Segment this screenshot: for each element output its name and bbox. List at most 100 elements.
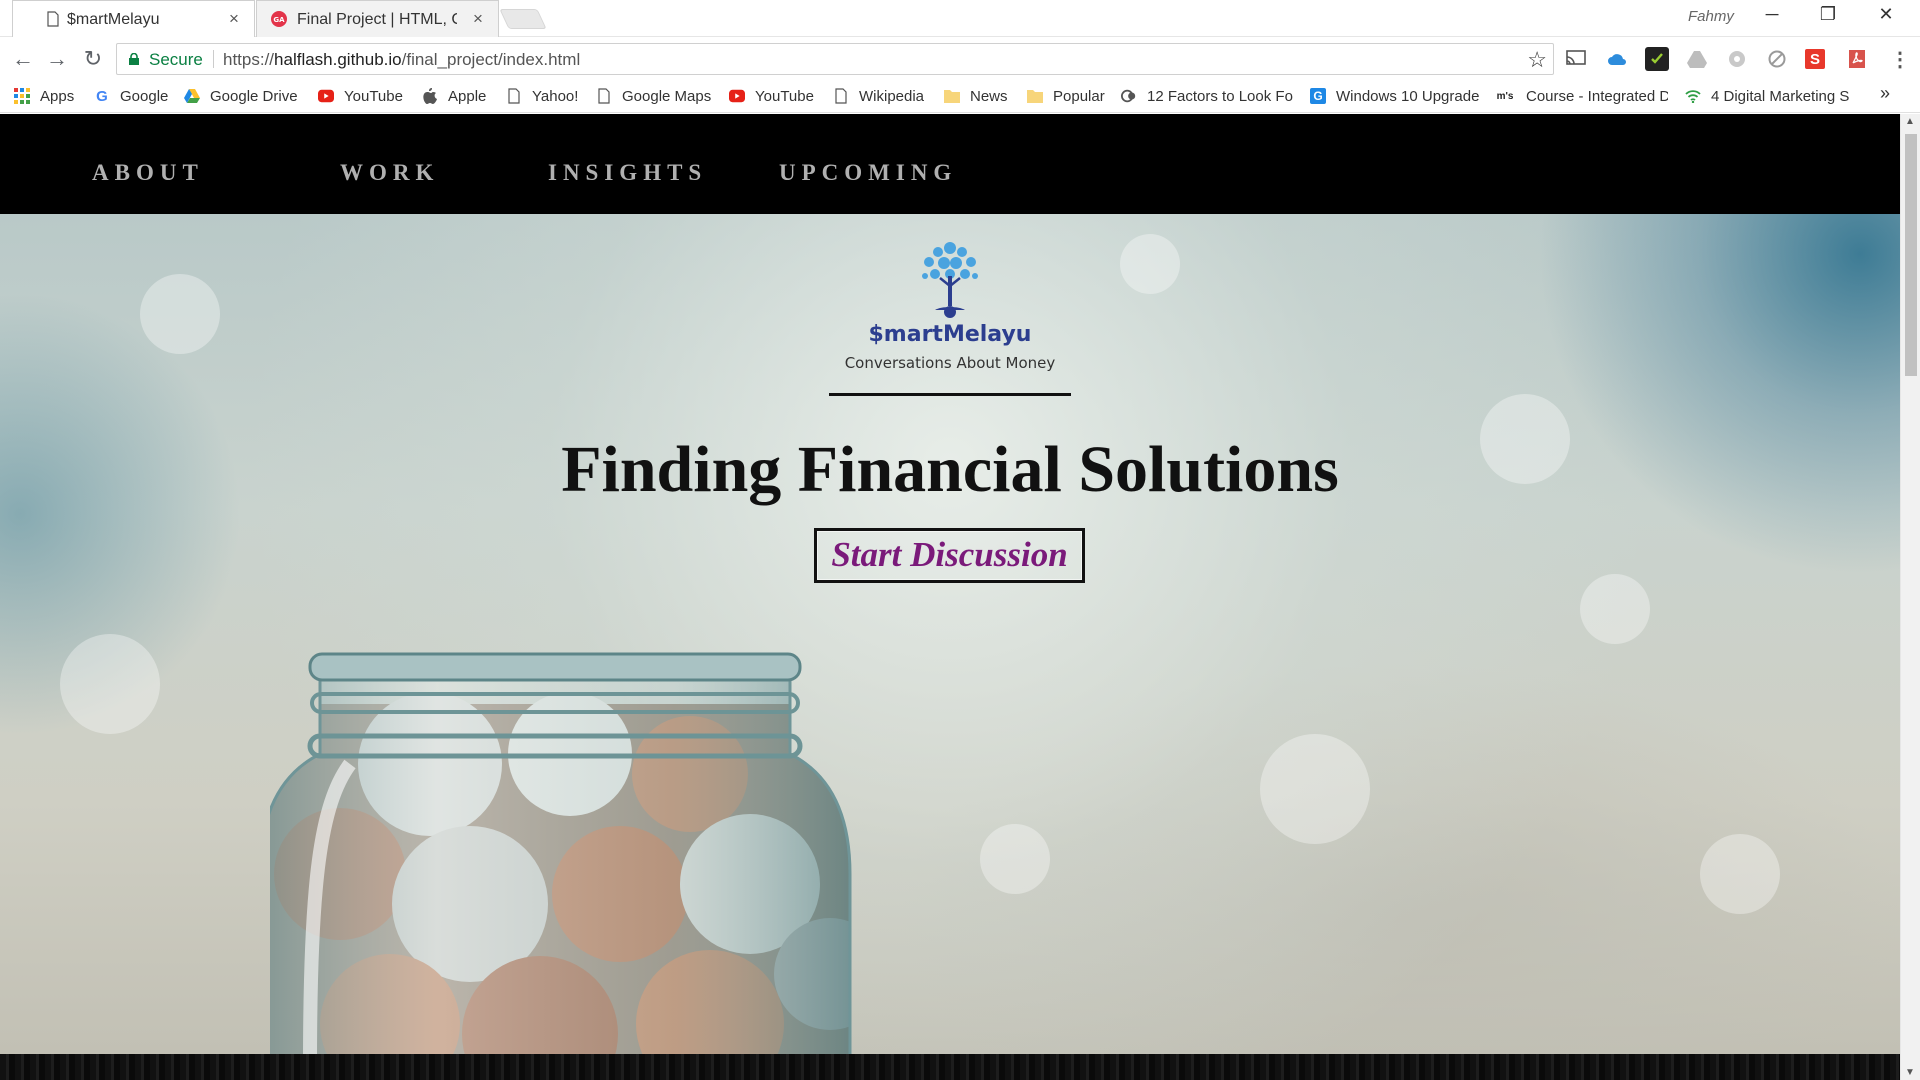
- bookmark-windows-10[interactable]: G Windows 10 Upgrade: [1310, 85, 1482, 107]
- bookmark-label: Wikipedia: [859, 87, 925, 105]
- bokeh-light: [1260, 734, 1370, 844]
- reload-icon[interactable]: ↻: [80, 46, 106, 72]
- scroll-up-icon[interactable]: ▲: [1905, 116, 1915, 127]
- brand-tagline: Conversations About Money: [844, 354, 1056, 372]
- pdf-icon[interactable]: [1845, 47, 1869, 71]
- nav-about[interactable]: ABOUT: [92, 160, 204, 186]
- lock-icon: [129, 53, 139, 65]
- omnibox-divider: [213, 50, 214, 68]
- page-scrollbar[interactable]: ▲ ▼: [1900, 114, 1920, 1080]
- bookmark-label: Apple: [448, 87, 487, 105]
- browser-toolbar: ← → ↻ Secure https://halflash.github.io/…: [0, 38, 1920, 80]
- bookmark-12-factors[interactable]: 12 Factors to Look Fo: [1121, 85, 1294, 107]
- lastpass-icon[interactable]: [1725, 47, 1749, 71]
- web-page: ABOUT WORK INSIGHTS UPCOMING $martMelayu: [0, 114, 1900, 1080]
- bokeh-light: [140, 274, 220, 354]
- wifi-icon: [1685, 88, 1701, 104]
- start-discussion-button[interactable]: Start Discussion: [814, 528, 1085, 583]
- ga-icon: GA: [271, 11, 287, 27]
- checkmark-extension-icon[interactable]: [1645, 47, 1669, 71]
- bokeh-light: [1580, 574, 1650, 644]
- tab-close-icon[interactable]: ×: [229, 9, 239, 29]
- brand-name: $martMelayu: [868, 322, 1032, 347]
- hero-section: $martMelayu Conversations About Money Fi…: [0, 214, 1900, 1080]
- site-navigation: ABOUT WORK INSIGHTS UPCOMING: [0, 114, 1900, 214]
- bokeh-light: [1120, 234, 1180, 294]
- back-icon[interactable]: ←: [10, 46, 36, 72]
- google-drive-icon: [184, 88, 200, 104]
- bookmark-label: YouTube: [755, 87, 814, 105]
- minimize-icon[interactable]: ─: [1752, 4, 1792, 25]
- bookmark-google[interactable]: G Google: [94, 85, 168, 107]
- bookmark-label: 12 Factors to Look Fo: [1147, 87, 1293, 105]
- bookmark-label: Google: [120, 87, 169, 105]
- bookmark-label: Google Drive: [210, 87, 298, 105]
- page-icon: [47, 11, 59, 27]
- address-bar[interactable]: Secure https://halflash.github.io/final_…: [116, 43, 1554, 75]
- bookmark-digital-marketing[interactable]: 4 Digital Marketing S: [1685, 85, 1863, 107]
- page-icon: [596, 88, 612, 104]
- bookmark-apps[interactable]: Apps: [14, 85, 74, 107]
- tab-title: $martMelayu: [67, 11, 160, 28]
- divider-line: [829, 393, 1071, 396]
- drive-icon[interactable]: [1685, 47, 1709, 71]
- profile-name[interactable]: Fahmy: [1688, 8, 1734, 25]
- url-host: halflash.github.io: [274, 50, 402, 69]
- bookmark-youtube[interactable]: YouTube: [318, 85, 403, 107]
- tab-title: Final Project | HTML, CSS: [297, 11, 457, 28]
- bookmark-wikipedia[interactable]: Wikipedia: [833, 85, 924, 107]
- cast-icon[interactable]: [1564, 46, 1588, 70]
- bookmark-label: News: [970, 87, 1008, 105]
- bookmark-label: YouTube: [344, 87, 403, 105]
- folder-icon: [944, 88, 960, 104]
- tab-close-icon[interactable]: ×: [473, 9, 483, 29]
- bookmark-google-maps[interactable]: Google Maps: [596, 85, 711, 107]
- page-icon: [506, 88, 522, 104]
- s-extension-icon[interactable]: S: [1805, 49, 1825, 69]
- scroll-thumb[interactable]: [1905, 134, 1917, 376]
- apple-icon: [422, 88, 438, 104]
- tab-final-project[interactable]: GA Final Project | HTML, CSS ×: [256, 0, 499, 37]
- tab-smartmelayu[interactable]: $martMelayu ×: [12, 0, 255, 37]
- nav-upcoming[interactable]: UPCOMING: [779, 160, 957, 186]
- bookmark-label: Course - Integrated D: [1526, 87, 1668, 105]
- bookmark-star-icon[interactable]: ☆: [1527, 47, 1547, 73]
- new-tab-button[interactable]: [499, 9, 547, 29]
- tab-strip: $martMelayu × GA Final Project | HTML, C…: [0, 0, 1920, 37]
- bookmark-google-drive[interactable]: Google Drive: [184, 85, 298, 107]
- bookmark-popular[interactable]: Popular: [1027, 85, 1105, 107]
- svg-text:GA: GA: [273, 16, 285, 24]
- bookmark-course[interactable]: m's Course - Integrated D: [1494, 85, 1668, 107]
- restore-icon[interactable]: ❐: [1808, 4, 1848, 25]
- url-prefix: https://: [223, 50, 275, 69]
- folder-icon: [1027, 88, 1043, 104]
- bokeh-light: [60, 634, 160, 734]
- bookmark-news[interactable]: News: [944, 85, 1008, 107]
- url-text[interactable]: https://halflash.github.io/final_project…: [223, 50, 580, 70]
- page-icon: [833, 88, 849, 104]
- bookmark-youtube-2[interactable]: YouTube: [729, 85, 814, 107]
- secure-label: Secure: [149, 50, 203, 69]
- forward-icon[interactable]: →: [44, 46, 70, 72]
- block-icon[interactable]: [1765, 47, 1789, 71]
- menu-icon[interactable]: ⋮: [1888, 47, 1912, 71]
- scroll-down-icon[interactable]: ▼: [1905, 1067, 1915, 1078]
- site-icon: [1121, 88, 1137, 104]
- bookmark-label: Yahoo!: [532, 87, 579, 105]
- bookmark-label: Apps: [40, 87, 75, 105]
- close-window-icon[interactable]: ✕: [1866, 4, 1906, 25]
- cloud-icon[interactable]: [1605, 47, 1629, 71]
- g-site-icon: G: [1310, 88, 1326, 104]
- bookmark-label: Windows 10 Upgrade: [1336, 87, 1480, 105]
- bookmarks-bar: Apps G Google Google Drive YouTube Apple…: [0, 80, 1920, 113]
- nav-insights[interactable]: INSIGHTS: [548, 160, 707, 186]
- bookmark-label: Google Maps: [622, 87, 712, 105]
- coin-jar-image: [270, 652, 852, 1080]
- mis-icon: m's: [1496, 90, 1514, 102]
- nav-work[interactable]: WORK: [340, 160, 439, 186]
- bookmarks-overflow-icon[interactable]: »: [1880, 83, 1890, 104]
- bookmark-apple[interactable]: Apple: [422, 85, 486, 107]
- bookmark-label: 4 Digital Marketing S: [1711, 87, 1850, 105]
- youtube-icon: [318, 88, 334, 104]
- bookmark-yahoo[interactable]: Yahoo!: [506, 85, 578, 107]
